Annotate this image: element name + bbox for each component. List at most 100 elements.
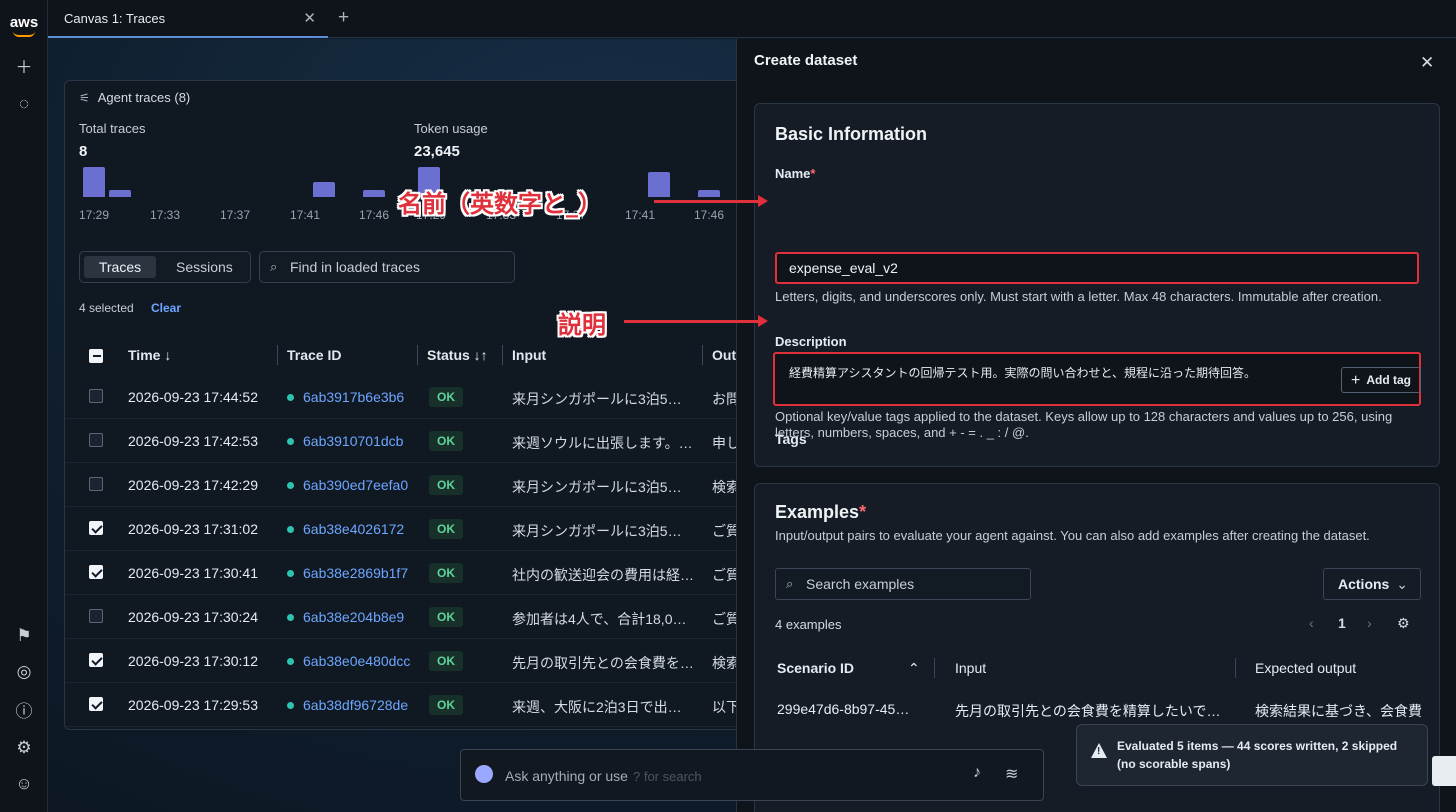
- ask-input[interactable]: [505, 762, 955, 790]
- voice-wave-icon[interactable]: ≋: [1005, 764, 1018, 784]
- row-trace-id[interactable]: 6ab38e4026172: [287, 521, 413, 537]
- row-time: 2026-09-23 17:31:02: [128, 521, 258, 537]
- planet-icon[interactable]: ◎: [14, 662, 34, 682]
- column-divider[interactable]: [277, 345, 278, 365]
- histogram-bar[interactable]: [109, 190, 131, 197]
- chevron-down-icon: ⌄: [1396, 576, 1408, 592]
- select-all-checkbox[interactable]: [89, 349, 103, 363]
- toast-action[interactable]: [1432, 756, 1456, 786]
- row-trace-id[interactable]: 6ab38e2869b1f7: [287, 565, 413, 581]
- table-row[interactable]: 2026-09-23 17:44:52 6ab3917b6e3b6 OK 来月シンガポ…: [65, 375, 763, 419]
- histogram-bar[interactable]: [363, 190, 385, 197]
- status-badge: OK: [429, 695, 463, 715]
- row-time: 2026-09-23 17:29:53: [128, 697, 258, 713]
- section-heading: Examples*: [775, 502, 867, 522]
- close-icon[interactable]: ✕: [303, 9, 316, 27]
- row-trace-id[interactable]: 6ab38df96728de: [287, 697, 413, 713]
- search-icon: ⌕: [786, 576, 794, 591]
- sort-up-icon[interactable]: ⌃: [908, 660, 920, 677]
- description-label: Description: [775, 334, 847, 349]
- table-row[interactable]: 2026-09-23 17:30:41 6ab38e2869b1f7 OK 社内の歓送…: [65, 551, 763, 595]
- histogram-bar[interactable]: [313, 182, 335, 197]
- row-checkbox[interactable]: [89, 697, 103, 711]
- column-scenario-id[interactable]: Scenario ID: [777, 660, 854, 676]
- plus-icon[interactable]: ＋: [14, 58, 34, 78]
- page-number[interactable]: 1: [1338, 615, 1346, 631]
- column-expected-output[interactable]: Expected output: [1255, 660, 1356, 676]
- row-input: 来週ソウルに出張します。…: [512, 435, 693, 451]
- tab-traces[interactable]: Traces: [84, 256, 156, 278]
- table-row[interactable]: 2026-09-23 17:31:02 6ab38e4026172 OK 来月シンガポ…: [65, 507, 763, 551]
- traces-table-header: Time ↓ Trace ID Status ↓↑ Input Output: [65, 339, 763, 371]
- stat-value-total-traces: 8: [79, 143, 88, 160]
- table-row[interactable]: 2026-09-23 17:29:53 6ab38df96728de OK 来週、大阪…: [65, 683, 763, 727]
- table-row[interactable]: 2026-09-23 17:30:24 6ab38e204b8e9 OK 参加者は4人…: [65, 595, 763, 639]
- row-input: 先月の取引先との会食費を…: [512, 655, 694, 671]
- example-expected-output[interactable]: 検索結果に基づき、会食費: [1255, 701, 1425, 721]
- table-row[interactable]: 2026-09-23 17:30:12 6ab38e0e480dcc OK 先月の取引…: [65, 639, 763, 683]
- gear-icon[interactable]: ⚙: [14, 738, 34, 758]
- column-divider[interactable]: [702, 345, 703, 365]
- tab-sessions[interactable]: Sessions: [176, 256, 233, 278]
- find-traces-input[interactable]: [290, 252, 510, 282]
- row-trace-id[interactable]: 6ab38e204b8e9: [287, 609, 413, 625]
- ask-bar: ? for search ♪ ≋: [460, 749, 1044, 801]
- row-trace-id[interactable]: 6ab3910701dcb: [287, 433, 413, 449]
- help-icon[interactable]: ⓘ: [14, 702, 34, 722]
- search-examples-input[interactable]: [806, 569, 1026, 599]
- row-checkbox[interactable]: [89, 521, 103, 535]
- row-checkbox[interactable]: [89, 477, 103, 491]
- column-input[interactable]: Input: [955, 660, 986, 676]
- histogram-bar[interactable]: [698, 190, 720, 197]
- clear-selection-link[interactable]: Clear: [151, 301, 181, 315]
- user-icon[interactable]: ☺: [14, 774, 34, 794]
- microphone-icon[interactable]: ♪: [973, 764, 981, 782]
- description-textarea[interactable]: 経費精算アシスタントの回帰テスト用。実際の問い合わせと、規程に沿った期待回答。: [775, 354, 1419, 404]
- row-checkbox[interactable]: [89, 433, 103, 447]
- add-tab-icon[interactable]: +: [338, 7, 349, 29]
- aws-logo[interactable]: aws: [8, 14, 40, 37]
- name-input[interactable]: [777, 254, 1417, 282]
- column-divider[interactable]: [417, 345, 418, 365]
- row-input: 参加者は4人で、合計18,000…: [512, 611, 694, 627]
- close-icon[interactable]: ✕: [1420, 53, 1434, 73]
- feedback-icon[interactable]: ⚑: [14, 626, 34, 646]
- axis-tick: 17:46: [359, 208, 390, 222]
- column-divider[interactable]: [1235, 658, 1236, 678]
- actions-dropdown[interactable]: Actions ⌄: [1323, 568, 1421, 600]
- row-checkbox[interactable]: [89, 389, 103, 403]
- add-tag-button[interactable]: + Add tag: [1341, 367, 1421, 393]
- create-dataset-drawer: Create dataset ✕ Basic Information Name*…: [736, 39, 1456, 812]
- tab-label: Canvas 1: Traces: [64, 11, 166, 26]
- table-row[interactable]: 2026-09-23 17:42:53 6ab3910701dcb OK 来週ソウルに…: [65, 419, 763, 463]
- panel-title: ⚟ Agent traces (8): [79, 90, 191, 105]
- column-status[interactable]: Status ↓↑: [427, 347, 488, 363]
- table-row[interactable]: 2026-09-23 17:42:29 6ab390ed7eefa0 OK 来月シンガ…: [65, 463, 763, 507]
- column-time[interactable]: Time ↓: [128, 347, 171, 363]
- example-input[interactable]: 先月の取引先との会食費を精算したいで…: [955, 701, 1235, 721]
- histogram-bar[interactable]: [648, 172, 670, 197]
- row-checkbox[interactable]: [89, 653, 103, 667]
- column-input[interactable]: Input: [512, 347, 546, 363]
- next-page-icon[interactable]: ›: [1367, 615, 1372, 631]
- column-divider[interactable]: [502, 345, 503, 365]
- annotation-description: 説明: [558, 311, 606, 339]
- status-badge: OK: [429, 607, 463, 627]
- status-badge: OK: [429, 519, 463, 539]
- tab-canvas-1[interactable]: Canvas 1: Traces ✕: [48, 0, 328, 38]
- prev-page-icon[interactable]: ‹: [1309, 615, 1314, 631]
- row-checkbox[interactable]: [89, 565, 103, 579]
- search-examples-field: ⌕: [775, 568, 1031, 600]
- histogram-bar[interactable]: [83, 167, 105, 197]
- row-trace-id[interactable]: 6ab38e0e480dcc: [287, 653, 413, 669]
- sliders-icon[interactable]: ⚟: [79, 91, 90, 105]
- column-divider[interactable]: [934, 658, 935, 678]
- row-trace-id[interactable]: 6ab3917b6e3b6: [287, 389, 413, 405]
- chat-bubble-icon[interactable]: ◌: [14, 94, 34, 114]
- evaluation-toast: ! Evaluated 5 items — 44 scores written,…: [1076, 724, 1428, 786]
- row-trace-id[interactable]: 6ab390ed7eefa0: [287, 477, 413, 493]
- gear-icon[interactable]: ⚙: [1397, 615, 1410, 632]
- example-scenario-id[interactable]: 299e47d6-8b97-45…: [777, 701, 947, 717]
- column-trace-id[interactable]: Trace ID: [287, 347, 341, 363]
- row-checkbox[interactable]: [89, 609, 103, 623]
